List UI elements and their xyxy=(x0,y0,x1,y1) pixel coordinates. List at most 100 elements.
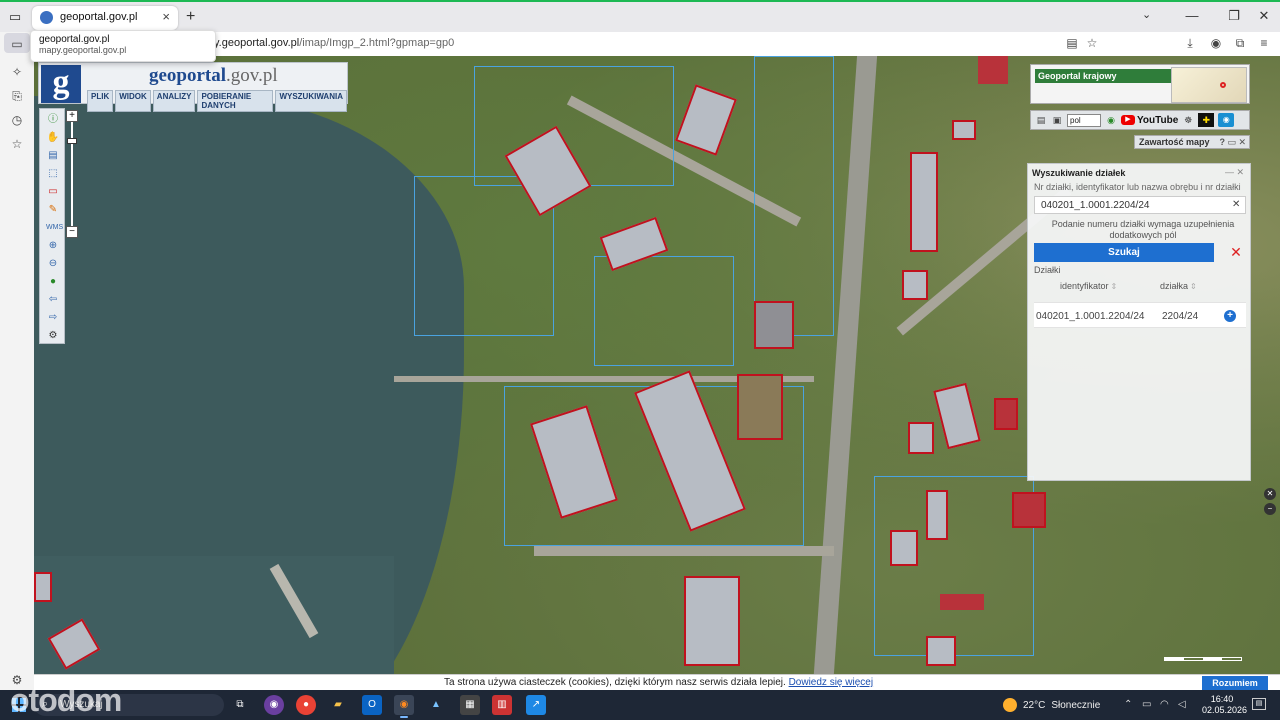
building[interactable] xyxy=(933,382,981,450)
panel-controls[interactable]: ? ▭ ✕ xyxy=(1219,136,1246,148)
accessibility-icon[interactable]: ☸ xyxy=(1182,114,1194,126)
building[interactable] xyxy=(926,490,948,540)
notifications-icon[interactable]: ▤ xyxy=(1252,698,1266,710)
synced-tabs-icon[interactable]: ⎘ xyxy=(9,88,25,104)
file-explorer-icon[interactable]: ▰ xyxy=(328,695,348,715)
column-header-parcel[interactable]: działka ⇕ xyxy=(1160,281,1197,291)
zoom-minus-button[interactable]: − xyxy=(66,226,78,238)
building[interactable] xyxy=(926,636,956,666)
building[interactable] xyxy=(675,84,737,156)
outlook-icon[interactable]: O xyxy=(362,695,382,715)
weather-widget[interactable]: 22°C Słonecznie xyxy=(1003,698,1100,712)
next-view-icon[interactable]: ⇨ xyxy=(46,311,60,325)
add-parcel-icon[interactable]: + xyxy=(1224,310,1236,322)
browser-tab-geoportal[interactable]: geoportal.gov.pl × xyxy=(32,6,178,30)
building[interactable] xyxy=(754,301,794,349)
pan-hand-icon[interactable]: ✋ xyxy=(46,131,60,145)
close-icon[interactable]: ✕ xyxy=(1228,244,1244,260)
new-tab-icon[interactable]: + xyxy=(186,8,195,26)
panel-window-controls[interactable]: — ✕ xyxy=(1225,167,1244,178)
account-icon[interactable]: ◉ xyxy=(1208,36,1224,50)
bookmark-star-icon[interactable]: ☆ xyxy=(1084,36,1100,50)
draw-pencil-icon[interactable]: ✎ xyxy=(46,203,60,217)
tray-chevron-icon[interactable]: ⌃ xyxy=(1124,699,1132,710)
building[interactable] xyxy=(890,530,918,566)
help-icon[interactable]: ◉ xyxy=(1105,114,1117,126)
wifi-icon[interactable]: ◠ xyxy=(1160,699,1169,710)
high-contrast-icon[interactable]: ✚ xyxy=(1198,113,1215,127)
menu-pobieranie-danych[interactable]: POBIERANIE DANYCH xyxy=(197,90,274,112)
print-icon[interactable]: ▤ xyxy=(1035,114,1047,126)
ai-sparkle-icon[interactable]: ✧ xyxy=(9,64,25,80)
language-select[interactable]: pol xyxy=(1067,113,1101,127)
close-circle-icon[interactable]: ✕ xyxy=(1264,488,1276,500)
downloads-icon[interactable]: ⤓ xyxy=(1182,36,1198,51)
chrome-icon[interactable]: ● xyxy=(296,695,316,715)
zoom-out-icon[interactable]: ⊖ xyxy=(46,257,60,271)
column-header-identifier[interactable]: identyfikator ⇕ xyxy=(1060,281,1117,291)
overview-minimap[interactable] xyxy=(1171,67,1247,103)
previous-view-icon[interactable]: ⇦ xyxy=(46,293,60,307)
cookie-learn-more-link[interactable]: Dowiedz się więcej xyxy=(789,677,873,688)
youtube-link[interactable]: ▶ YouTube xyxy=(1121,115,1178,126)
search-button[interactable]: Szukaj xyxy=(1034,243,1214,262)
system-clock[interactable]: 16:40 02.05.2026 xyxy=(1202,694,1247,716)
settings-gear-icon[interactable]: ⚙ xyxy=(46,329,60,343)
close-tab-icon[interactable]: × xyxy=(162,9,170,24)
building[interactable] xyxy=(908,422,934,454)
app-icon[interactable]: ◉ xyxy=(264,695,284,715)
wms-icon[interactable]: WMS xyxy=(46,221,63,235)
menu-wyszukiwania[interactable]: WYSZUKIWANIA xyxy=(275,90,347,112)
building[interactable] xyxy=(994,398,1018,430)
building[interactable] xyxy=(34,572,52,602)
building[interactable] xyxy=(910,152,938,252)
zoom-slider[interactable]: + − xyxy=(66,110,78,238)
history-icon[interactable]: ◷ xyxy=(9,112,25,128)
app-icon[interactable]: ▥ xyxy=(492,695,512,715)
task-view-icon[interactable]: ⧉ xyxy=(230,695,250,715)
extensions-icon[interactable]: ⧉ xyxy=(1232,36,1248,51)
full-extent-globe-icon[interactable]: ● xyxy=(46,275,60,289)
clear-input-icon[interactable]: ✕ xyxy=(1232,199,1240,210)
minimize-icon[interactable]: — xyxy=(1182,8,1202,23)
url-text[interactable]: y.geoportal.gov.pl/imap/Imgp_2.html?gpma… xyxy=(214,37,454,49)
clear-selection-icon[interactable]: ▭ xyxy=(46,185,60,199)
selected-plot[interactable] xyxy=(737,374,783,440)
menu-analizy[interactable]: ANALIZY xyxy=(152,90,196,112)
app-icon[interactable]: ↗ xyxy=(526,695,546,715)
tab-overflow-chevron-icon[interactable]: ⌄ xyxy=(1142,8,1151,21)
menu-plik[interactable]: PLIK xyxy=(87,90,114,112)
calculator-icon[interactable]: ▦ xyxy=(460,695,480,715)
eye-icon[interactable]: ◉ xyxy=(1218,113,1235,127)
legend-icon[interactable]: ▤ xyxy=(46,149,60,163)
minus-circle-icon[interactable]: − xyxy=(1264,503,1276,515)
menu-icon[interactable]: ≡ xyxy=(1256,36,1272,50)
maximize-icon[interactable]: ❐ xyxy=(1224,8,1244,24)
network-icon[interactable]: ▭ xyxy=(1142,699,1151,710)
select-area-icon[interactable]: ⬚ xyxy=(46,167,60,181)
app-icon[interactable]: ▲ xyxy=(426,695,446,715)
reader-view-icon[interactable]: ▤ xyxy=(1064,36,1080,50)
map-content-panel[interactable]: Zawartość mapy ? ▭ ✕ xyxy=(1134,135,1250,149)
volume-icon[interactable]: ◁ xyxy=(1178,699,1186,710)
zoom-knob[interactable] xyxy=(67,138,77,144)
cookie-accept-button[interactable]: Rozumiem xyxy=(1202,676,1268,690)
national-geoportal-panel[interactable]: Geoportal krajowy xyxy=(1030,64,1250,104)
building[interactable] xyxy=(1012,492,1046,528)
bookmarks-icon[interactable]: ☆ xyxy=(9,136,25,152)
building[interactable] xyxy=(952,120,976,140)
tab-list-icon[interactable]: ▭ xyxy=(6,8,24,26)
address-bar[interactable]: y.geoportal.gov.pl/imap/Imgp_2.html?gpma… xyxy=(34,32,1280,56)
info-icon[interactable]: ⓘ xyxy=(46,113,60,127)
zoom-plus-button[interactable]: + xyxy=(66,110,78,122)
menu-widok[interactable]: WIDOK xyxy=(115,90,151,112)
building[interactable] xyxy=(902,270,928,300)
save-icon[interactable]: ▣ xyxy=(1051,114,1063,126)
parcel-search-input[interactable] xyxy=(1034,196,1246,214)
geoportal-logo[interactable]: g xyxy=(41,65,81,103)
close-window-icon[interactable]: ✕ xyxy=(1254,8,1274,24)
zoom-in-icon[interactable]: ⊕ xyxy=(46,239,60,253)
sidebar-toggle-icon[interactable]: ▭ xyxy=(9,36,25,52)
table-row[interactable]: 040201_1.0001.2204/24 2204/24 + xyxy=(1034,302,1246,328)
firefox-icon[interactable]: ◉ xyxy=(394,695,414,718)
